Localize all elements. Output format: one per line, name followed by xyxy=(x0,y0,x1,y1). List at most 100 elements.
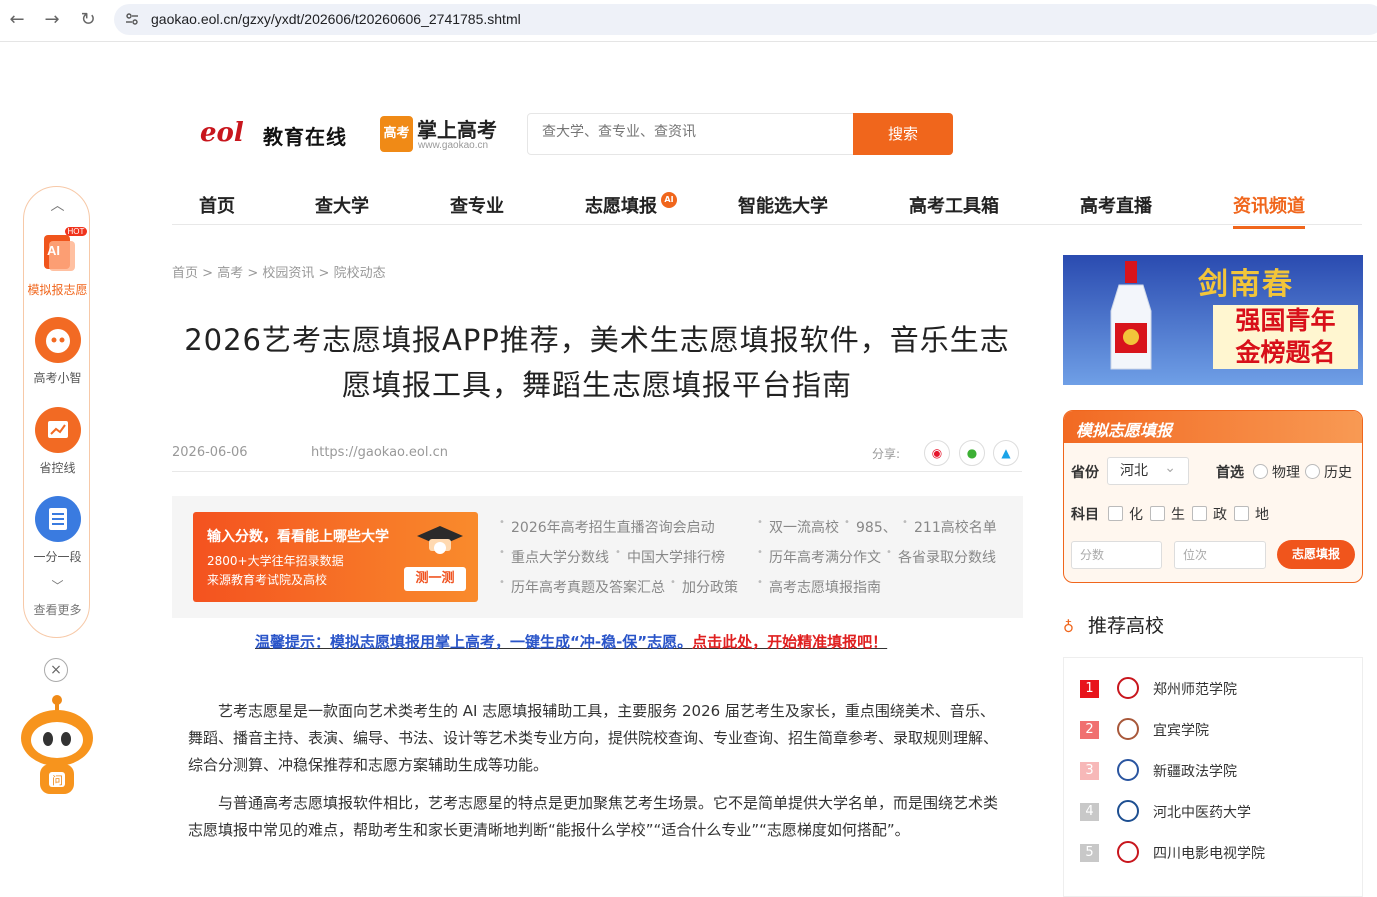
list-item[interactable]: 3 新疆政法学院 xyxy=(1080,759,1350,783)
promo-link[interactable]: 中国大学排行榜 xyxy=(615,547,725,567)
recommend-title-text: 推荐高校 xyxy=(1088,615,1165,637)
promo-link[interactable]: 历年高考满分作文 xyxy=(757,547,881,567)
province-select[interactable]: 河北 xyxy=(1107,455,1189,485)
nav-news[interactable]: 资讯频道 xyxy=(1233,192,1305,229)
search-input[interactable] xyxy=(542,124,842,140)
robot-assistant-icon xyxy=(34,317,81,363)
radio-physics[interactable]: 物理 xyxy=(1253,462,1300,482)
chevron-up-icon[interactable]: ︿ xyxy=(24,195,91,215)
checkbox-chemistry[interactable]: 化 xyxy=(1108,504,1143,524)
wechat-icon[interactable]: ● xyxy=(959,440,985,466)
try-button[interactable]: 测一测 xyxy=(404,567,466,591)
nav-live[interactable]: 高考直播 xyxy=(1080,192,1152,218)
tip-blue-text: 温馨提示：模拟志愿填报用掌上高考，一键生成“冲-稳-保”志愿。 xyxy=(255,633,693,651)
article-title: 2026艺考志愿填报APP推荐，美术生志愿填报软件，音乐生志愿填报工具，舞蹈生志… xyxy=(184,323,1010,402)
article-paragraph: 艺考志愿星是一款面向艺术类考生的 AI 志愿填报辅助工具，主要服务 2026 届… xyxy=(188,702,999,774)
radio-history-label: 历史 xyxy=(1324,465,1352,481)
article-paragraph: 与普通高考志愿填报软件相比，艺考志愿星的特点是更加聚焦艺考生场景。它不是简单提供… xyxy=(188,794,999,839)
radio-physics-label: 物理 xyxy=(1272,465,1300,481)
address-bar[interactable]: gaokao.eol.cn/gzxy/yxdt/202606/t20260606… xyxy=(114,4,1377,35)
checkbox-biology[interactable]: 生 xyxy=(1150,504,1185,524)
breadcrumb-news[interactable]: 院校动态 xyxy=(334,266,386,281)
promo-link[interactable]: 重点大学分数线 xyxy=(499,547,609,567)
list-item[interactable]: 5 四川电影电视学院 xyxy=(1080,841,1350,865)
ad-brand: 剑南春 xyxy=(1198,267,1294,302)
promo-link[interactable]: 双一流高校 xyxy=(757,517,839,537)
checkbox-label: 地 xyxy=(1255,507,1269,523)
sidebar-item-label: 模拟报志愿 xyxy=(27,283,88,297)
sidebar-more[interactable]: 查看更多 xyxy=(24,601,91,618)
submit-application-button[interactable]: 志愿填报 xyxy=(1277,540,1355,569)
nav-majors[interactable]: 查专业 xyxy=(450,192,504,218)
list-item[interactable]: 2 宜宾学院 xyxy=(1080,718,1350,742)
gaokao-logo-name: 掌上高考 xyxy=(417,118,497,142)
sidebar-item-label: 一分一段 xyxy=(33,550,82,564)
promo-link[interactable]: 2026年高考招生直播咨询会启动 xyxy=(499,517,715,537)
article-source[interactable]: https://gaokao.eol.cn xyxy=(311,445,448,460)
list-item[interactable]: 4 河北中医药大学 xyxy=(1080,800,1350,824)
tip-red-text: 点击此处，开始精准填报吧！ xyxy=(692,633,888,651)
svg-text:问: 问 xyxy=(52,774,63,787)
graduation-cap-icon xyxy=(417,526,463,554)
sidebar-item-control-line[interactable]: 省控线 xyxy=(24,407,91,476)
weibo-icon[interactable]: ◉ xyxy=(924,440,950,466)
promo-link[interactable]: 高考志愿填报指南 xyxy=(757,577,881,597)
back-arrow-icon[interactable]: ← xyxy=(6,9,28,31)
forward-arrow-icon[interactable]: → xyxy=(41,9,63,31)
banner-title: 输入分数，看看能上哪些大学 xyxy=(207,529,389,545)
promo-link[interactable]: 加分政策 xyxy=(670,577,738,597)
list-item[interactable]: 1 郑州师范学院 xyxy=(1080,677,1350,701)
close-icon[interactable]: × xyxy=(44,658,68,682)
breadcrumb-gaokao[interactable]: 高考 xyxy=(217,266,243,281)
promo-link[interactable]: 各省录取分数线 xyxy=(886,547,996,567)
search-button[interactable]: 搜索 xyxy=(853,113,953,155)
mascot-robot-icon[interactable]: 问 xyxy=(16,692,98,800)
banner-line2: 来源教育考试院及高校 xyxy=(207,573,328,587)
hot-badge: HOT xyxy=(64,227,88,236)
promo-link[interactable]: 历年高考真题及答案汇总 xyxy=(499,577,665,597)
ad-slogan-1: 强国青年 xyxy=(1213,305,1358,337)
radio-history[interactable]: 历史 xyxy=(1305,462,1352,482)
nav-universities[interactable]: 查大学 xyxy=(315,192,369,218)
ai-report-icon: AI HOT xyxy=(35,227,88,275)
ad-banner[interactable]: 剑南春 强国青年 金榜题名 xyxy=(1063,255,1363,385)
reload-icon[interactable]: ↻ xyxy=(77,9,99,31)
rank-badge: 1 xyxy=(1080,680,1099,698)
rank-input[interactable]: 位次 xyxy=(1174,541,1266,569)
browser-toolbar: ← → ↻ gaokao.eol.cn/gzxy/yxdt/202606/t20… xyxy=(0,0,1377,42)
promo-block: 输入分数，看看能上哪些大学 2800+大学往年招录数据 来源教育考试院及高校 测… xyxy=(172,496,1023,618)
sidebar-item-label: 省控线 xyxy=(39,461,76,475)
site-settings-icon[interactable] xyxy=(124,11,140,27)
school-logo-icon xyxy=(1117,759,1139,781)
warm-tip-link[interactable]: 温馨提示：模拟志愿填报用掌上高考，一键生成“冲-稳-保”志愿。点击此处，开始精准… xyxy=(255,631,887,652)
school-name: 新疆政法学院 xyxy=(1153,764,1237,780)
sidebar-item-score-rank[interactable]: 一分一段 xyxy=(24,496,91,565)
nav-home[interactable]: 首页 xyxy=(199,192,235,218)
chevron-down-icon[interactable]: ﹀ xyxy=(24,577,91,594)
gaokao-logo-badge: 高考 xyxy=(380,116,413,152)
sidebar-item-mock-application[interactable]: AI HOT 模拟报志愿 xyxy=(24,227,91,298)
rank-badge: 2 xyxy=(1080,721,1099,739)
promo-link[interactable]: 985、 xyxy=(844,517,897,537)
eol-logo-mark: eol xyxy=(200,118,244,148)
breadcrumb-home[interactable]: 首页 xyxy=(172,266,198,281)
promo-link[interactable]: 211高校名单 xyxy=(902,517,997,537)
qq-icon[interactable]: ▲ xyxy=(993,440,1019,466)
checkbox-geography[interactable]: 地 xyxy=(1234,504,1269,524)
checkbox-politics[interactable]: 政 xyxy=(1192,504,1227,524)
nav-application[interactable]: 志愿填报 xyxy=(585,192,657,218)
nav-smart-select[interactable]: 智能选大学 xyxy=(738,192,828,218)
score-input[interactable]: 分数 xyxy=(1071,541,1162,569)
breadcrumb-campus[interactable]: 校园资讯 xyxy=(262,266,314,281)
sidebar-item-assistant[interactable]: 高考小智 xyxy=(24,317,91,386)
article-meta: 2026-06-06 https://gaokao.eol.cn 分享: ◉ ●… xyxy=(172,432,1022,472)
school-logo-icon xyxy=(1117,800,1139,822)
nav-toolbox[interactable]: 高考工具箱 xyxy=(909,192,999,218)
score-banner[interactable]: 输入分数，看看能上哪些大学 2800+大学往年招录数据 来源教育考试院及高校 测… xyxy=(193,512,478,602)
school-logo-icon xyxy=(1117,718,1139,740)
banner-line1: 2800+大学往年招录数据 xyxy=(207,554,344,568)
gaokao-logo[interactable]: 高考 掌上高考 www.gaokao.cn xyxy=(380,114,510,154)
eol-logo[interactable]: eol 教育在线 xyxy=(200,116,360,152)
province-label: 省份 xyxy=(1071,465,1099,481)
mock-application-widget: 模拟志愿填报 省份 河北 首选 物理 历史 科目 化 生 政 地 分数 位次 志… xyxy=(1063,410,1363,583)
